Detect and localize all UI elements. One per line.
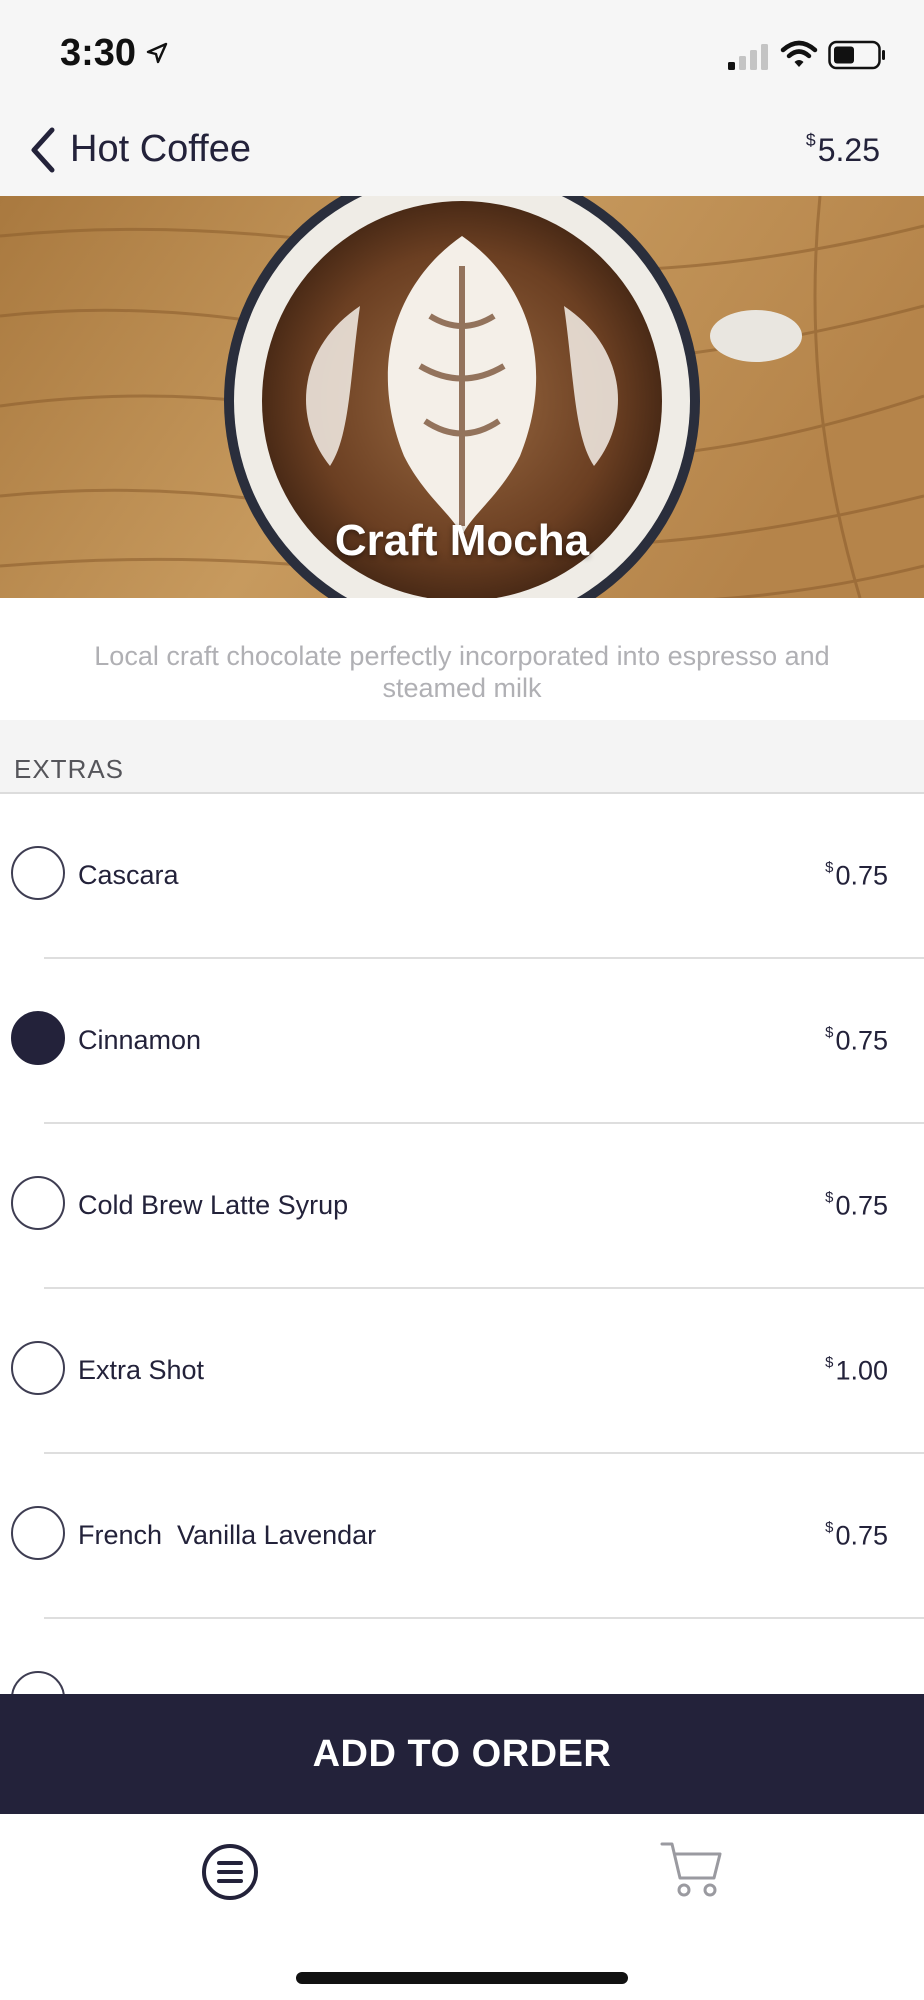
option-label: Cold Brew Latte Syrup (78, 1190, 349, 1220)
menu-icon[interactable] (200, 1842, 260, 1902)
extra-option-row[interactable]: French Vanilla Lavendar $0.75 (0, 1454, 924, 1619)
battery-icon (828, 40, 885, 70)
back-button-label[interactable]: Hot Coffee (70, 128, 251, 171)
radio-button[interactable] (11, 846, 65, 900)
option-price-amount: 0.75 (835, 1190, 888, 1221)
signal-icon (728, 44, 768, 70)
status-bar: 3:30 (0, 0, 924, 110)
extras-list: Cascara $0.75 Cinnamon $0.75 Cold Brew L… (0, 794, 924, 1694)
status-time: 3:30 (60, 32, 137, 74)
tab-bar (0, 1814, 924, 2000)
radio-button[interactable] (11, 1176, 65, 1230)
section-title: EXTRAS (14, 754, 125, 784)
extras-section-header: EXTRAS (0, 720, 924, 794)
currency-symbol: $ (825, 1025, 834, 1041)
radio-button[interactable] (11, 1671, 65, 1694)
option-price-amount: 0.75 (835, 1520, 888, 1551)
currency-symbol: $ (805, 130, 816, 150)
option-label: Extra Shot (78, 1355, 205, 1385)
option-label: French Vanilla Lavendar (78, 1520, 377, 1550)
option-label: Cascara (78, 860, 179, 890)
currency-symbol: $ (825, 1520, 834, 1536)
chevron-left-icon[interactable] (26, 124, 60, 176)
product-name: Craft Mocha (334, 516, 590, 565)
currency-symbol: $ (825, 860, 834, 876)
product-hero-image: Craft Mocha (0, 196, 924, 598)
option-price: $0.75 (825, 860, 888, 892)
extra-option-row[interactable]: Cold Brew Latte Syrup $0.75 (0, 1124, 924, 1289)
option-price-amount: 1.00 (835, 1355, 888, 1386)
option-label: Cinnamon (78, 1025, 202, 1055)
total-price: $5.25 (806, 130, 880, 169)
radio-button[interactable] (11, 1341, 65, 1395)
extra-option-row[interactable]: Cascara $0.75 (0, 794, 924, 959)
option-price: $0.75 (825, 1520, 888, 1552)
location-arrow-icon (146, 42, 168, 64)
option-price: $0.75 (825, 1025, 888, 1057)
total-price-amount: 5.25 (817, 131, 880, 168)
radio-button-selected[interactable] (11, 1011, 65, 1065)
option-price: $1.00 (825, 1355, 888, 1387)
extra-option-row[interactable]: Extra Shot $1.00 (0, 1289, 924, 1454)
option-price-amount: 0.75 (835, 1025, 888, 1056)
cart-icon[interactable] (660, 1838, 724, 1902)
nav-bar: Hot Coffee $5.25 (0, 110, 924, 196)
home-indicator (296, 1972, 628, 1984)
currency-symbol: $ (825, 1355, 834, 1371)
add-to-order-label: ADD TO ORDER (312, 1732, 612, 1775)
add-to-order-button[interactable]: ADD TO ORDER (0, 1694, 924, 1814)
extra-option-row[interactable]: Cinnamon $0.75 (0, 959, 924, 1124)
option-price: $0.75 (825, 1190, 888, 1222)
extra-option-row-partial[interactable] (0, 1619, 924, 1694)
wifi-icon (780, 40, 818, 67)
product-description: Local craft chocolate perfectly incorpor… (94, 641, 830, 703)
currency-symbol: $ (825, 1190, 834, 1206)
option-price-amount: 0.75 (835, 860, 888, 891)
radio-button[interactable] (11, 1506, 65, 1560)
